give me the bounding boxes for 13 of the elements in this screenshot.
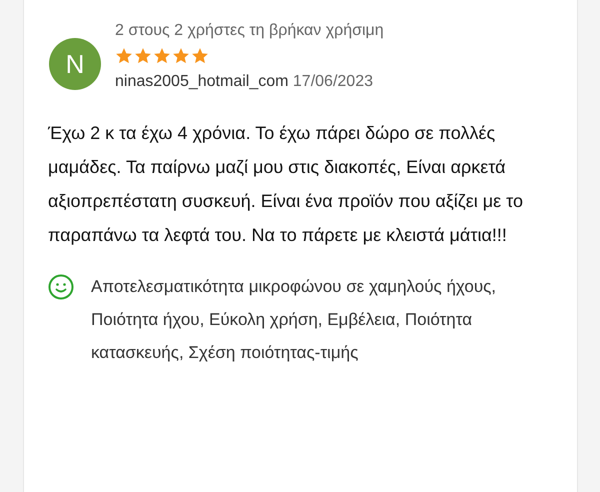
star-icon (134, 47, 152, 65)
avatar: N (49, 38, 101, 90)
helpful-count: 2 στους 2 χρήστες τη βρήκαν χρήσιμη (115, 21, 384, 41)
star-icon (115, 47, 133, 65)
pros-text: Αποτελεσματικότητα μικροφώνου σε χαμηλούς ήχους, (91, 276, 498, 298)
author-name: ninas2005_hotmail_com (115, 73, 288, 90)
star-icon (172, 47, 190, 65)
pros-text: Ποιότητα ήχου, Εύκολη χρήση, Εμβέλεια, Ποιότητα κατασκευής, Σχέση ποιότητας-τιμής (91, 309, 474, 364)
review-text: Έχω 2 κ τα έχω 4 χρόνια. Το έχω πάρει δώρο σε πολλές μαμάδες. Τα παίρνω μαζί μου στις διακοπές, Είναι αρκετά αξιοπρεπέστατη συσκευή. Είναι ένα προϊόν που αξίζει με το παραπάνω τα λεφτά του. Να το πάρετε με κλειστά μάτια!!! (48, 122, 524, 247)
star-icon (191, 47, 209, 65)
star-icon (153, 47, 171, 65)
review-date: 17/06/2023 (292, 73, 373, 90)
smiley-icon (48, 274, 74, 300)
